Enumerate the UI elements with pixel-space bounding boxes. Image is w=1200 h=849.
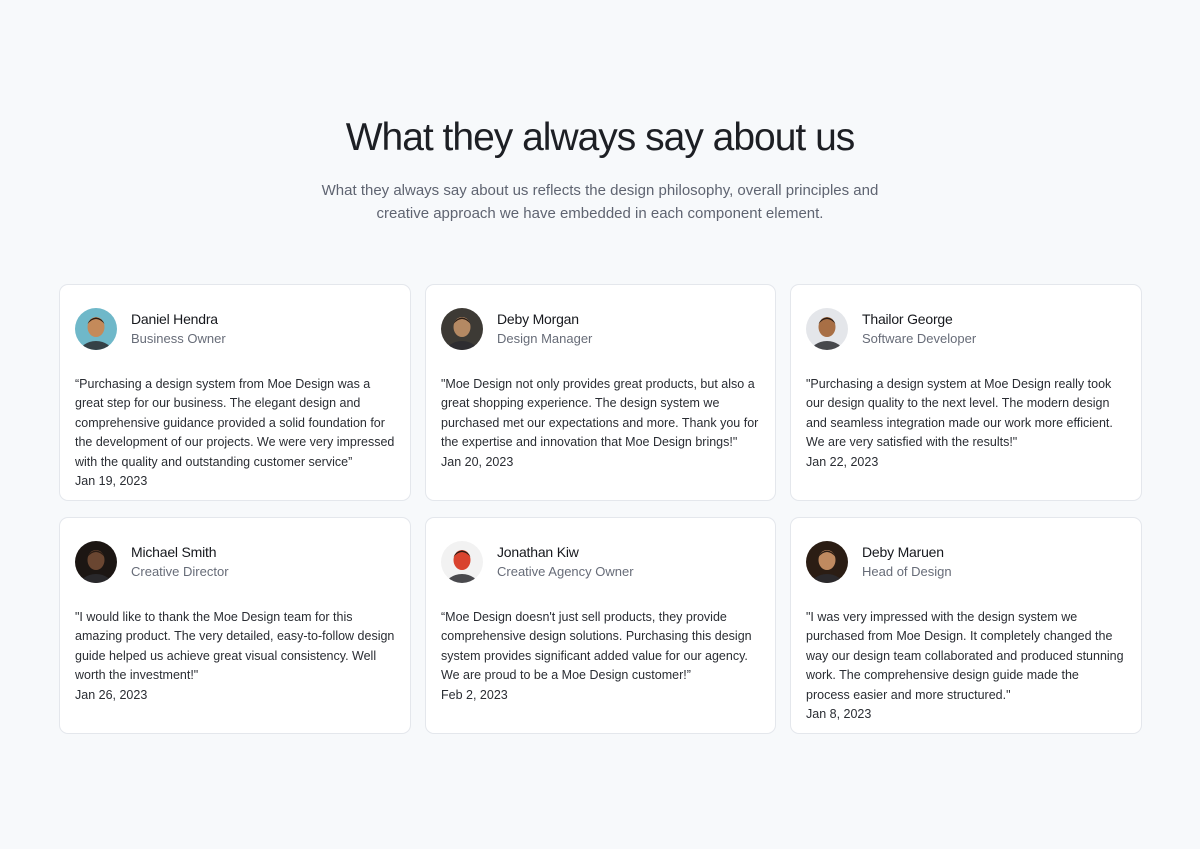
avatar-photo-daniel [75, 307, 117, 350]
testimonial-card: Deby Morgan Design Manager "Moe Design n… [425, 284, 776, 501]
testimonial-quote: "I would like to thank the Moe Design te… [75, 610, 395, 683]
reviewer-name: Thailor George [862, 310, 953, 327]
testimonial-date: Jan 8, 2023 [806, 707, 872, 722]
testimonial-date: Jan 22, 2023 [806, 454, 879, 469]
testimonial-header: Jonathan Kiw Creative Agency Owner [441, 540, 760, 583]
testimonial-quote: “Purchasing a design system from Moe Des… [75, 377, 395, 469]
avatar-photo-thailor [806, 307, 848, 350]
reviewer-name: Deby Maruen [862, 543, 944, 560]
testimonial-date: Feb 2, 2023 [441, 687, 508, 702]
testimonial-header: Deby Maruen Head of Design [806, 540, 1126, 583]
reviewer-name: Jonathan Kiw [497, 543, 579, 560]
testimonial-header: Michael Smith Creative Director [75, 540, 395, 583]
avatar-photo-jonathan [441, 540, 483, 583]
testimonial-date: Jan 26, 2023 [75, 687, 148, 702]
testimonial-header: Daniel Hendra Business Owner [75, 307, 395, 350]
testimonial-quote: "Moe Design not only provides great prod… [441, 377, 759, 450]
testimonial-quote: "Purchasing a design system at Moe Desig… [806, 377, 1113, 450]
reviewer-role: Business Owner [131, 330, 226, 346]
testimonial-header: Thailor George Software Developer [806, 307, 1126, 350]
testimonial-quote: "I was very impressed with the design sy… [806, 610, 1124, 702]
testimonial-card: Deby Maruen Head of Design "I was very i… [790, 517, 1142, 734]
testimonial-quote: “Moe Design doesn't just sell products, … [441, 610, 752, 683]
testimonial-grid: Daniel Hendra Business Owner “Purchasing… [59, 284, 1142, 734]
testimonial-card: Michael Smith Creative Director "I would… [59, 517, 411, 734]
testimonial-card: Daniel Hendra Business Owner “Purchasing… [59, 284, 411, 501]
avatar-photo-michael [75, 540, 117, 583]
reviewer-role: Head of Design [862, 563, 952, 579]
avatar-photo-deby-maruen [806, 540, 848, 583]
testimonial-card: Jonathan Kiw Creative Agency Owner “Moe … [425, 517, 776, 734]
reviewer-role: Design Manager [497, 330, 593, 346]
section-subtitle: What they always say about us reflects t… [321, 182, 879, 222]
testimonial-header: Deby Morgan Design Manager [441, 307, 760, 350]
section-title: What they always say about us [345, 116, 856, 159]
reviewer-name: Daniel Hendra [131, 310, 218, 327]
reviewer-role: Software Developer [862, 330, 977, 346]
testimonial-date: Jan 19, 2023 [75, 474, 148, 489]
testimonial-card: Thailor George Software Developer "Purch… [790, 284, 1142, 501]
reviewer-name: Michael Smith [131, 543, 217, 560]
testimonial-date: Jan 20, 2023 [441, 454, 514, 469]
reviewer-role: Creative Director [131, 563, 229, 579]
avatar-photo-deby-morgan [441, 307, 483, 350]
reviewer-name: Deby Morgan [497, 310, 579, 327]
reviewer-role: Creative Agency Owner [497, 563, 634, 579]
